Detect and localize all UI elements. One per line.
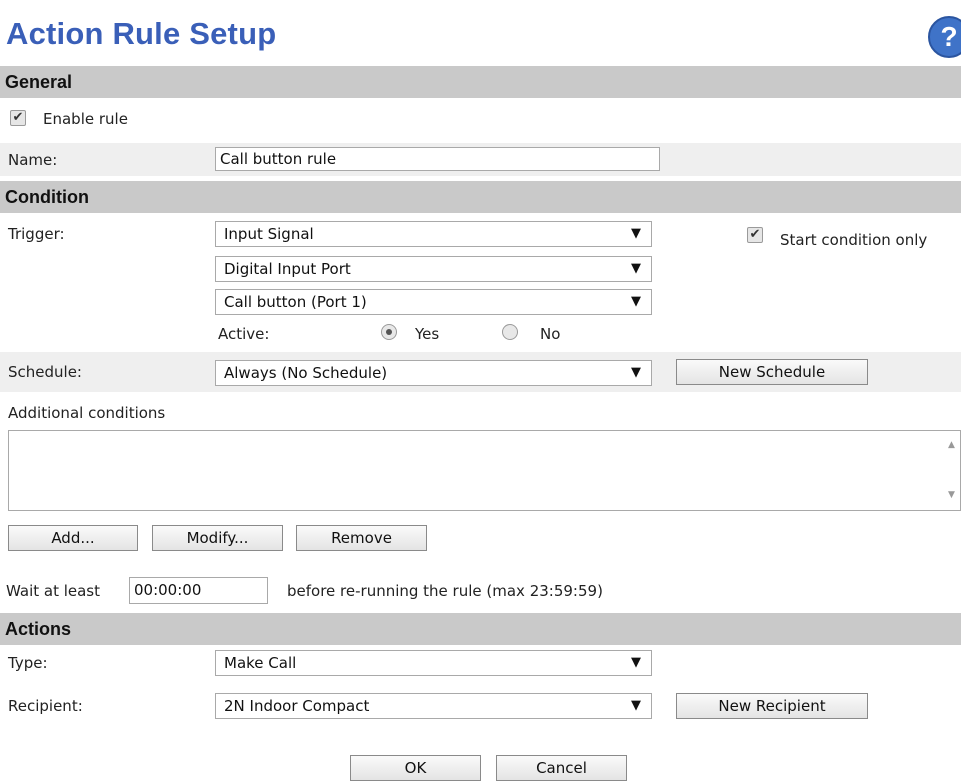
wait-time-input[interactable]: 00:00:00 [129, 577, 268, 604]
start-condition-only-checkbox[interactable]: ✔ [747, 227, 763, 243]
active-yes-radio[interactable] [381, 324, 397, 340]
scroll-up-icon[interactable]: ▲ [948, 440, 955, 450]
action-type-select-value: Make Call [224, 654, 297, 672]
scroll-down-icon[interactable]: ▼ [948, 490, 955, 500]
enable-rule-label: Enable rule [43, 110, 128, 128]
recipient-label: Recipient: [8, 697, 83, 715]
additional-conditions-label: Additional conditions [8, 404, 166, 422]
section-general: General [0, 66, 961, 98]
active-no-radio[interactable] [502, 324, 518, 340]
ok-button[interactable]: OK [350, 755, 481, 781]
source-select[interactable]: Digital Input Port ▼ [215, 256, 652, 282]
chevron-down-icon: ▼ [631, 698, 641, 713]
help-icon[interactable]: ? [928, 16, 961, 58]
source-select-value: Digital Input Port [224, 260, 351, 278]
enable-rule-checkbox[interactable]: ✔ [10, 110, 26, 126]
chevron-down-icon: ▼ [631, 294, 641, 309]
chevron-down-icon: ▼ [631, 365, 641, 380]
new-recipient-button[interactable]: New Recipient [676, 693, 868, 719]
section-actions: Actions [0, 613, 961, 645]
trigger-select[interactable]: Input Signal ▼ [215, 221, 652, 247]
remove-condition-button[interactable]: Remove [296, 525, 427, 551]
trigger-select-value: Input Signal [224, 225, 314, 243]
new-schedule-button[interactable]: New Schedule [676, 359, 868, 385]
name-input[interactable]: Call button rule [215, 147, 660, 171]
chevron-down-icon: ▼ [631, 261, 641, 276]
wait-prefix-label: Wait at least [6, 582, 101, 600]
name-label: Name: [8, 151, 58, 169]
recipient-select-value: 2N Indoor Compact [224, 697, 370, 715]
start-condition-only-label: Start condition only [780, 231, 928, 249]
action-type-select[interactable]: Make Call ▼ [215, 650, 652, 676]
chevron-down-icon: ▼ [631, 226, 641, 241]
trigger-label: Trigger: [8, 225, 65, 243]
schedule-select-value: Always (No Schedule) [224, 364, 388, 382]
section-condition: Condition [0, 181, 961, 213]
port-select-value: Call button (Port 1) [224, 293, 367, 311]
schedule-label: Schedule: [8, 363, 82, 381]
additional-conditions-list[interactable] [8, 430, 961, 511]
cancel-button[interactable]: Cancel [496, 755, 627, 781]
page-title: Action Rule Setup [6, 16, 277, 51]
active-label: Active: [218, 325, 270, 343]
chevron-down-icon: ▼ [631, 655, 641, 670]
active-yes-label: Yes [415, 325, 440, 343]
active-no-label: No [540, 325, 561, 343]
schedule-select[interactable]: Always (No Schedule) ▼ [215, 360, 652, 386]
recipient-select[interactable]: 2N Indoor Compact ▼ [215, 693, 652, 719]
add-condition-button[interactable]: Add... [8, 525, 138, 551]
type-label: Type: [8, 654, 48, 672]
port-select[interactable]: Call button (Port 1) ▼ [215, 289, 652, 315]
modify-condition-button[interactable]: Modify... [152, 525, 283, 551]
wait-suffix-label: before re-running the rule (max 23:59:59… [287, 582, 603, 600]
